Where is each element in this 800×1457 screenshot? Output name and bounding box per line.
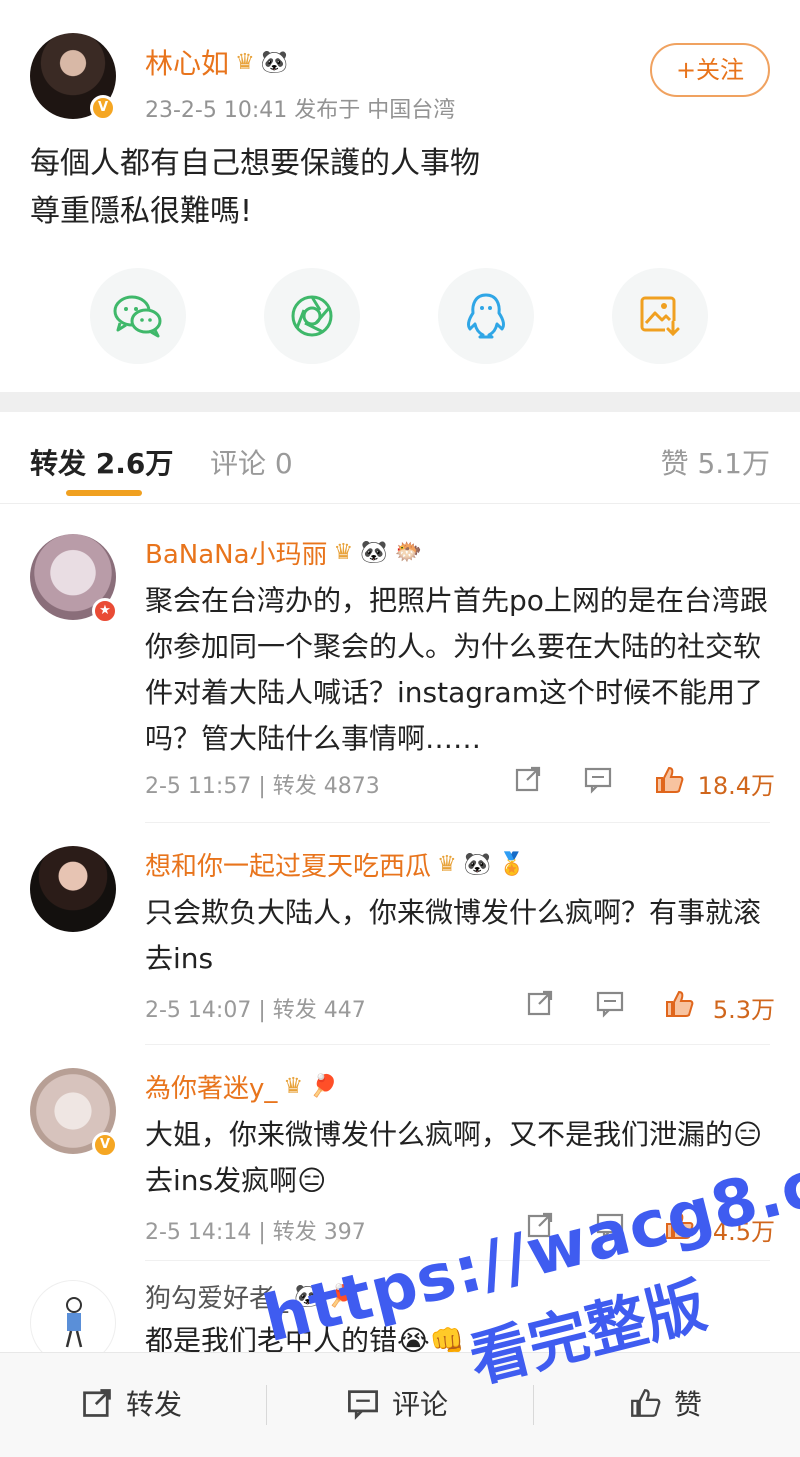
repost-icon[interactable] bbox=[525, 988, 555, 1018]
like-icon[interactable] bbox=[663, 1210, 695, 1242]
follow-button[interactable]: +关注 bbox=[650, 43, 770, 97]
repost-item: V 為你著迷y_ ♛ 🏓 大姐，你来微博发什么疯啊，又不是我们泄漏的😑去ins发… bbox=[0, 1054, 800, 1264]
commenter-name[interactable]: BaNaNa小玛丽 bbox=[145, 534, 328, 571]
comment-meta: 2-5 11:57 | 转发 4873 bbox=[145, 774, 380, 799]
commenter-badges-icon: ♛ 🐼 🐡 bbox=[333, 540, 423, 565]
like-icon[interactable] bbox=[653, 764, 685, 796]
qq-icon bbox=[467, 293, 505, 339]
tab-like[interactable]: 赞 5.1万 bbox=[661, 442, 770, 482]
repost-item: 想和你一起过夏天吃西瓜 ♛ 🐼 🏅 只会欺负大陆人，你来微博发什么疯啊？有事就滚… bbox=[0, 832, 800, 1042]
verified-badge-icon: V bbox=[90, 95, 116, 121]
repost-item: ★ BaNaNa小玛丽 ♛ 🐼 🐡 聚会在台湾办的，把照片首先po上网的是在台湾… bbox=[0, 520, 800, 820]
comment-text: 聚会在台湾办的，把照片首先po上网的是在台湾跟你参加同一个聚会的人。为什么要在大… bbox=[145, 584, 768, 755]
post-text-line: 尊重隱私很難嗎! bbox=[30, 194, 253, 229]
save-image-icon bbox=[640, 296, 681, 337]
like-label: 赞 bbox=[674, 1388, 703, 1421]
comment-text: 只会欺负大陆人，你来微博发什么疯啊？有事就滚去ins bbox=[145, 896, 762, 975]
bar-divider bbox=[266, 1385, 267, 1425]
repost-icon[interactable] bbox=[525, 1210, 555, 1240]
commenter-name[interactable]: 狗勾爱好者_ bbox=[145, 1278, 288, 1315]
commenter-row: 為你著迷y_ ♛ 🏓 bbox=[145, 1068, 338, 1105]
like-count: 18.4万 bbox=[697, 772, 775, 800]
bottom-action-bar: 转发 评论 赞 bbox=[0, 1352, 800, 1457]
member-badge-icon: ★ bbox=[92, 598, 118, 624]
commenter-badges-icon: 🐼 🏓 bbox=[294, 1284, 356, 1309]
weibo-post: V 林心如 ♛ 🐼 23-2-5 10:41 发布于 中国台湾 +关注 每個人都… bbox=[0, 0, 800, 392]
comment-icon[interactable] bbox=[595, 1210, 625, 1240]
repost-label: 转发 bbox=[126, 1388, 183, 1421]
like-count: 4.5万 bbox=[712, 1218, 775, 1246]
share-moments-button[interactable] bbox=[264, 268, 360, 364]
commenter-row: BaNaNa小玛丽 ♛ 🐼 🐡 bbox=[145, 534, 422, 571]
commenter-name[interactable]: 想和你一起过夏天吃西瓜 bbox=[145, 846, 431, 883]
moments-icon bbox=[291, 295, 333, 337]
comment-separator bbox=[145, 1260, 770, 1261]
post-text: 每個人都有自己想要保護的人事物 尊重隱私很難嗎! bbox=[30, 140, 770, 236]
share-wechat-button[interactable] bbox=[90, 268, 186, 364]
like-icon bbox=[631, 1389, 661, 1417]
wechat-icon bbox=[113, 295, 162, 338]
active-tab-indicator bbox=[66, 490, 142, 496]
interaction-tabs: 转发 2.6万 评论 0 赞 5.1万 bbox=[0, 412, 800, 504]
commenter-avatar[interactable] bbox=[30, 846, 116, 932]
comment-meta: 2-5 14:07 | 转发 447 bbox=[145, 998, 366, 1023]
comment-label: 评论 bbox=[392, 1388, 449, 1421]
author-name[interactable]: 林心如 bbox=[145, 42, 229, 82]
commenter-badges-icon: ♛ 🐼 🏅 bbox=[437, 852, 526, 877]
tab-comment[interactable]: 评论 0 bbox=[210, 442, 293, 482]
post-text-line: 每個人都有自己想要保護的人事物 bbox=[30, 146, 480, 181]
comment-icon bbox=[348, 1390, 378, 1420]
comment-footer: 2-5 11:57 | 转发 4873 18.4万 bbox=[145, 762, 775, 802]
comment-button[interactable]: 评论 bbox=[346, 1383, 448, 1423]
save-image-button[interactable] bbox=[612, 268, 708, 364]
crown-badge-icon: ♛ bbox=[235, 49, 255, 75]
share-row bbox=[90, 268, 710, 368]
author-row: 林心如 ♛ 🐼 bbox=[145, 42, 288, 82]
repost-icon bbox=[83, 1389, 111, 1417]
like-button[interactable]: 赞 bbox=[628, 1383, 702, 1423]
bar-divider bbox=[533, 1385, 534, 1425]
commenter-row: 狗勾爱好者_ 🐼 🏓 bbox=[145, 1278, 356, 1315]
comment-footer: 2-5 14:07 | 转发 447 5.3万 bbox=[145, 986, 775, 1026]
comment-meta: 2-5 14:14 | 转发 397 bbox=[145, 1220, 366, 1245]
comment-text: 大姐，你来微博发什么疯啊，又不是我们泄漏的😑去ins发疯啊😑 bbox=[145, 1118, 763, 1197]
section-divider bbox=[0, 392, 800, 412]
comment-footer: 2-5 14:14 | 转发 397 4.5万 bbox=[145, 1208, 775, 1248]
comment-icon[interactable] bbox=[583, 764, 613, 794]
commenter-name[interactable]: 為你著迷y_ bbox=[145, 1068, 277, 1105]
comment-separator bbox=[145, 822, 770, 823]
comment-separator bbox=[145, 1044, 770, 1045]
repost-item: 狗勾爱好者_ 🐼 🏓 都是我们老中人的错😭👊 bbox=[0, 1270, 800, 1366]
like-count: 5.3万 bbox=[712, 996, 775, 1024]
commenter-row: 想和你一起过夏天吃西瓜 ♛ 🐼 🏅 bbox=[145, 846, 526, 883]
share-qq-button[interactable] bbox=[438, 268, 534, 364]
like-icon[interactable] bbox=[663, 988, 695, 1020]
comment-icon[interactable] bbox=[595, 988, 625, 1018]
repost-button[interactable]: 转发 bbox=[80, 1383, 182, 1423]
verified-badge-icon: V bbox=[92, 1132, 118, 1158]
repost-icon[interactable] bbox=[513, 764, 543, 794]
tab-repost[interactable]: 转发 2.6万 bbox=[30, 442, 173, 482]
post-meta: 23-2-5 10:41 发布于 中国台湾 bbox=[145, 98, 456, 123]
commenter-badges-icon: ♛ 🏓 bbox=[283, 1074, 338, 1099]
panda-badge-icon: 🐼 bbox=[260, 49, 289, 75]
